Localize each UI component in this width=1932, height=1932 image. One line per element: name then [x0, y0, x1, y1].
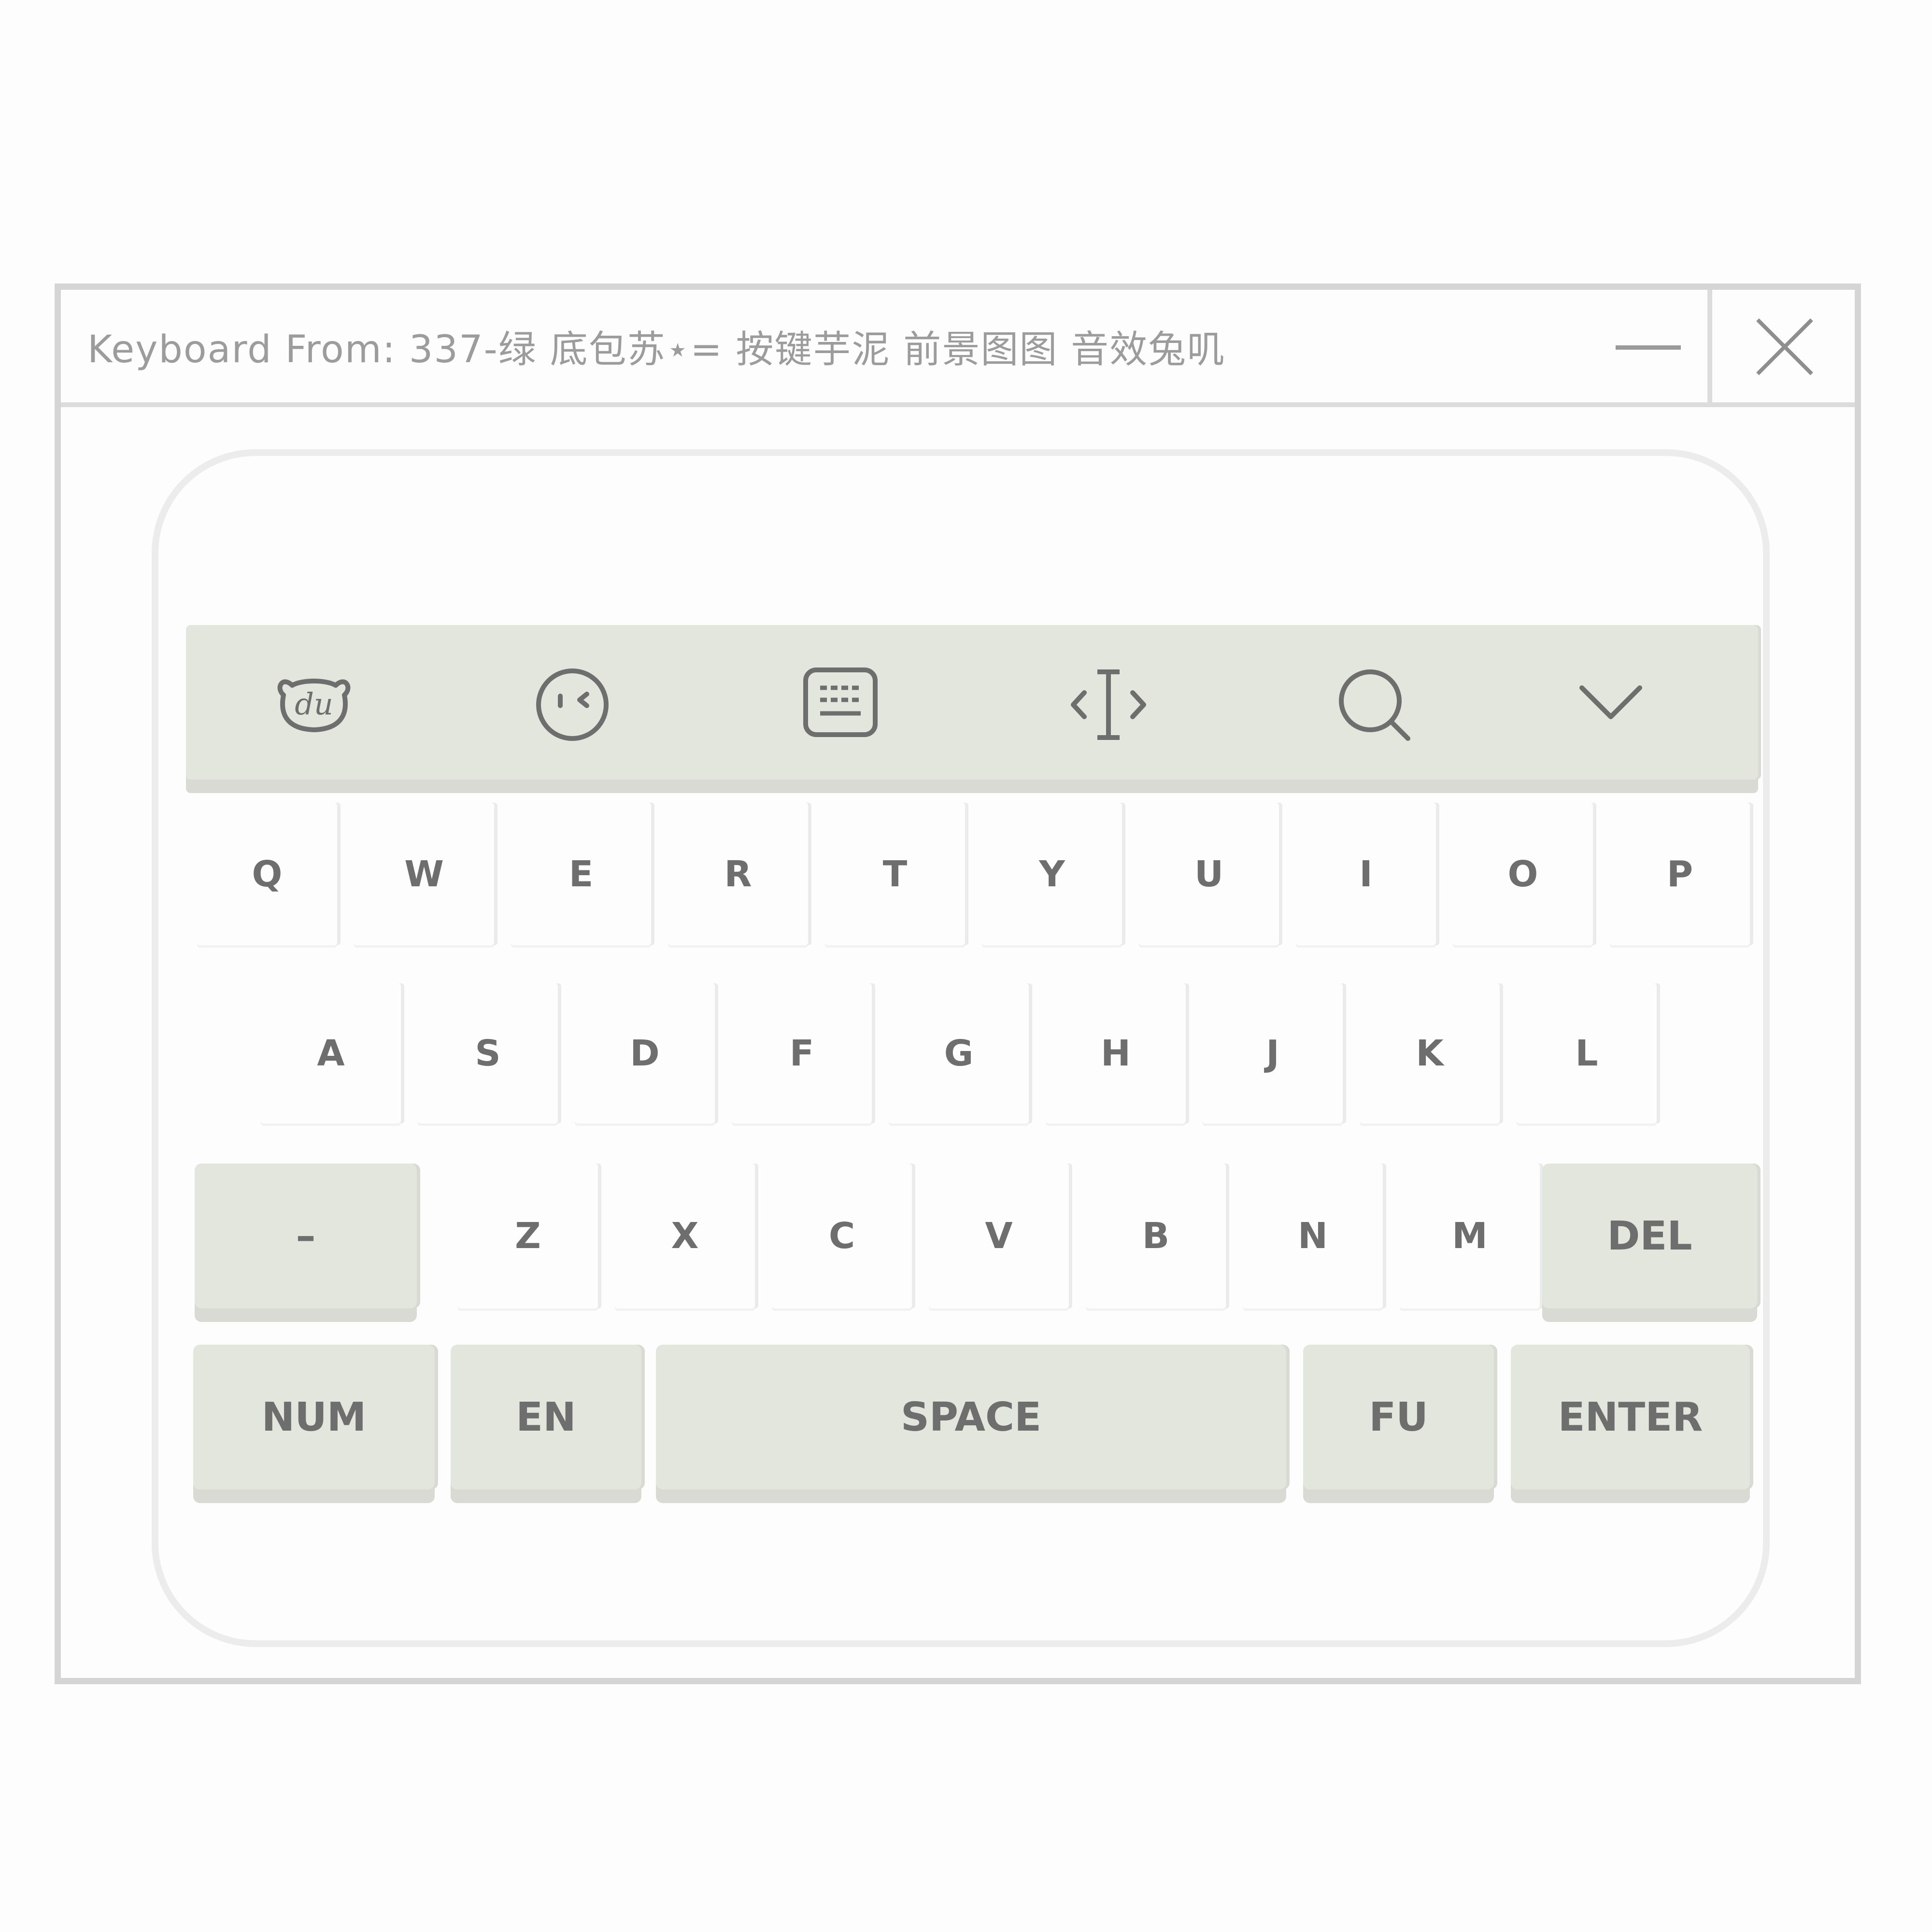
- key-en[interactable]: EN: [451, 1345, 641, 1490]
- key-g[interactable]: G: [889, 983, 1029, 1123]
- du-bear-icon[interactable]: du: [273, 666, 355, 740]
- key-a[interactable]: A: [261, 983, 401, 1123]
- chevron-down-icon[interactable]: [1577, 678, 1645, 728]
- key-m[interactable]: M: [1400, 1164, 1540, 1308]
- key-i[interactable]: I: [1296, 803, 1436, 945]
- key-dash[interactable]: –: [195, 1164, 417, 1308]
- window-title: Keyboard From: 337-绿 底包苏⋆= 按键芋泥 前景图图 音效兔…: [87, 327, 1226, 371]
- close-button[interactable]: [1712, 290, 1855, 402]
- key-n[interactable]: N: [1243, 1164, 1383, 1308]
- key-z[interactable]: Z: [458, 1164, 598, 1308]
- key-w[interactable]: W: [354, 803, 494, 945]
- key-u[interactable]: U: [1139, 803, 1279, 945]
- key-k[interactable]: K: [1360, 983, 1500, 1123]
- minimize-icon: [1616, 345, 1681, 350]
- key-fu[interactable]: FU: [1303, 1345, 1494, 1490]
- search-icon[interactable]: [1335, 666, 1418, 750]
- key-o[interactable]: O: [1453, 803, 1593, 945]
- title-divider: [1707, 290, 1712, 402]
- keyboard-icon[interactable]: [802, 666, 879, 740]
- key-s[interactable]: S: [418, 983, 558, 1123]
- key-p[interactable]: P: [1610, 803, 1750, 945]
- key-q[interactable]: Q: [197, 803, 337, 945]
- key-e[interactable]: E: [511, 803, 651, 945]
- svg-text:du: du: [295, 686, 333, 722]
- cursor-move-icon[interactable]: [1067, 666, 1150, 745]
- key-space[interactable]: SPACE: [656, 1345, 1286, 1490]
- key-v[interactable]: V: [929, 1164, 1069, 1308]
- key-num[interactable]: NUM: [193, 1345, 435, 1490]
- title-bar: Keyboard From: 337-绿 底包苏⋆= 按键芋泥 前景图图 音效兔…: [61, 290, 1855, 407]
- keyboard-panel: du Q W E R T Y U I O P A S D F G H J K L…: [152, 449, 1770, 1647]
- emoji-wink-icon[interactable]: [534, 666, 611, 745]
- key-f[interactable]: F: [732, 983, 872, 1123]
- close-icon: [1756, 318, 1813, 375]
- key-d[interactable]: D: [575, 983, 715, 1123]
- minimize-button[interactable]: [1584, 290, 1710, 402]
- keyboard-toolbar: du: [186, 625, 1758, 780]
- key-c[interactable]: C: [772, 1164, 912, 1308]
- key-del[interactable]: DEL: [1542, 1164, 1757, 1308]
- key-t[interactable]: T: [825, 803, 965, 945]
- key-enter[interactable]: ENTER: [1511, 1345, 1750, 1490]
- key-b[interactable]: B: [1086, 1164, 1226, 1308]
- key-y[interactable]: Y: [982, 803, 1122, 945]
- key-r[interactable]: R: [668, 803, 808, 945]
- key-x[interactable]: X: [615, 1164, 755, 1308]
- keyboard-window: Keyboard From: 337-绿 底包苏⋆= 按键芋泥 前景图图 音效兔…: [55, 284, 1861, 1684]
- key-j[interactable]: J: [1203, 983, 1343, 1123]
- key-l[interactable]: L: [1517, 983, 1657, 1123]
- key-h[interactable]: H: [1046, 983, 1186, 1123]
